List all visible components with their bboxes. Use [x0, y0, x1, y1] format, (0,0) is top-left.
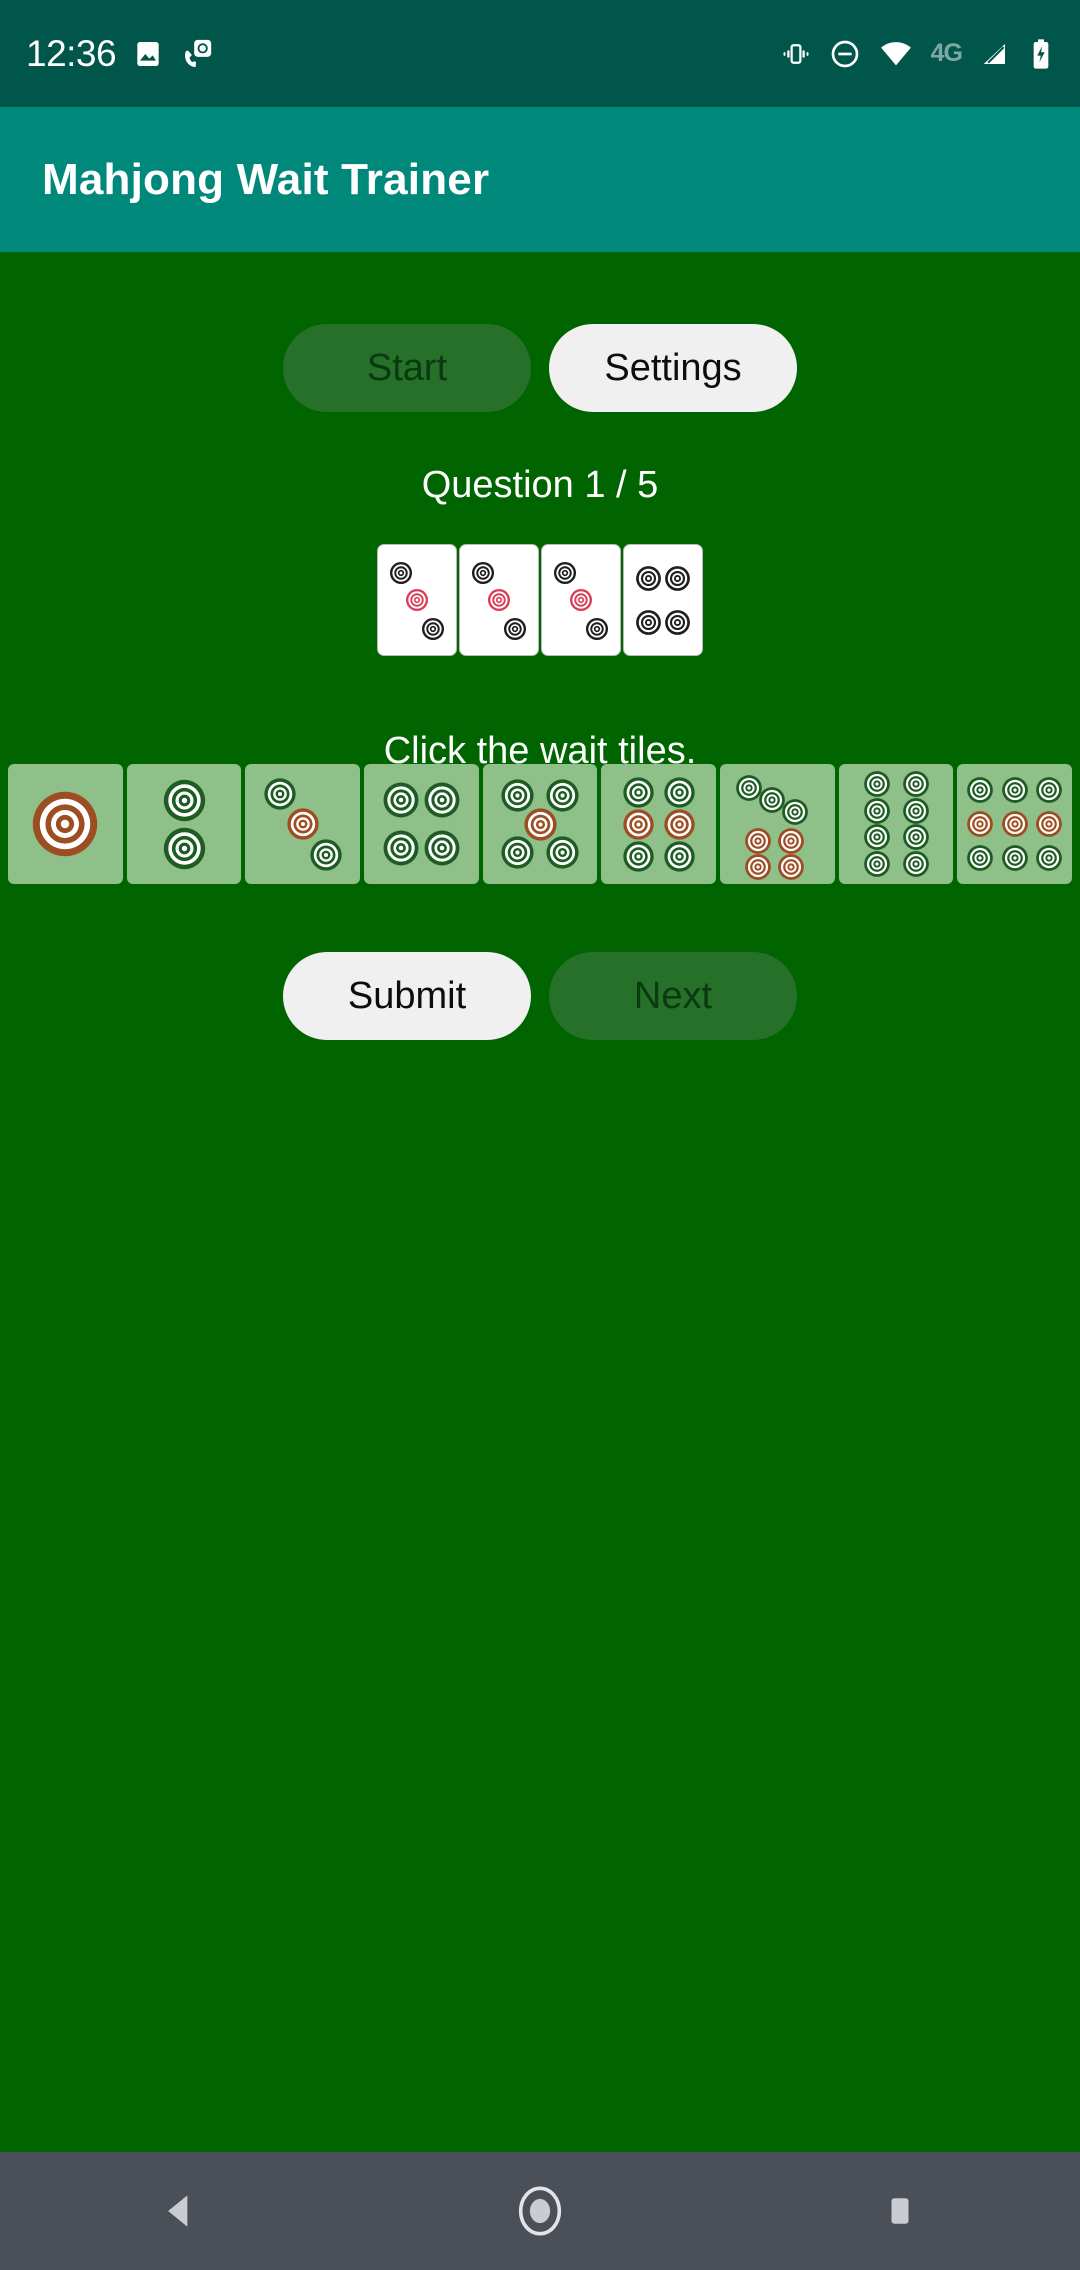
dot-glyph: [421, 617, 445, 641]
dot-glyph: [471, 561, 495, 585]
dot-glyph: [569, 588, 593, 612]
choice-tile-9-dots[interactable]: [957, 764, 1073, 884]
dot-glyph: [863, 797, 891, 825]
app-title: Mahjong Wait Trainer: [42, 154, 490, 204]
dot-glyph: [263, 777, 297, 811]
image-icon: [132, 38, 164, 70]
hand-tile-row: [0, 544, 1080, 656]
choice-tile-7-dots[interactable]: [720, 764, 835, 884]
dot-glyph: [663, 776, 696, 809]
dot-glyph: [1001, 844, 1029, 872]
dot-glyph: [635, 565, 662, 592]
signal-icon: [980, 39, 1010, 69]
vibrate-icon: [781, 39, 811, 69]
3-dots-tile: [459, 544, 539, 656]
choice-tile-1-dot[interactable]: [8, 764, 123, 884]
dot-glyph: [744, 853, 772, 881]
dot-glyph: [966, 776, 994, 804]
dot-glyph: [487, 588, 511, 612]
dot-glyph: [744, 827, 772, 855]
dot-glyph: [966, 810, 994, 838]
dot-glyph: [863, 823, 891, 851]
choice-tile-4-dots[interactable]: [364, 764, 479, 884]
dot-glyph: [622, 840, 655, 873]
dot-glyph: [663, 808, 696, 841]
dot-glyph: [162, 778, 207, 823]
choice-tile-5-dots[interactable]: [482, 764, 598, 884]
question-counter: Question 1 / 5: [421, 464, 659, 506]
dot-glyph: [966, 844, 994, 872]
action-button-row: Submit Next: [0, 952, 1080, 1040]
dot-glyph: [902, 797, 930, 825]
settings-button[interactable]: Settings: [549, 324, 797, 412]
start-button[interactable]: Start: [283, 324, 531, 412]
dot-glyph: [405, 588, 429, 612]
dot-glyph: [863, 850, 891, 878]
4-dots-tile: [623, 544, 703, 656]
dot-glyph: [286, 807, 320, 841]
status-bar: 12:36 4G: [0, 0, 1080, 107]
dot-glyph: [1035, 776, 1063, 804]
dot-glyph: [635, 609, 662, 636]
dot-glyph: [622, 808, 655, 841]
dot-glyph: [309, 838, 343, 872]
dot-glyph: [1035, 810, 1063, 838]
dot-glyph: [781, 798, 809, 826]
do-not-disturb-icon: [829, 38, 861, 70]
dot-glyph: [1035, 844, 1063, 872]
recents-icon[interactable]: [800, 2152, 1000, 2270]
choice-tile-3-dots[interactable]: [245, 764, 361, 884]
top-button-row: Start Settings: [0, 252, 1080, 412]
dot-glyph: [423, 781, 461, 819]
dot-glyph: [863, 770, 891, 798]
3-dots-tile: [541, 544, 621, 656]
dot-glyph: [622, 776, 655, 809]
system-navigation-bar: [0, 2152, 1080, 2270]
choice-tile-2-dots[interactable]: [126, 764, 242, 884]
dot-glyph: [1001, 810, 1029, 838]
dot-glyph: [389, 561, 413, 585]
next-button[interactable]: Next: [549, 952, 797, 1040]
home-icon[interactable]: [440, 2152, 640, 2270]
dot-glyph: [545, 835, 580, 870]
network-type-label: 4G: [930, 39, 963, 67]
dot-glyph: [777, 827, 805, 855]
status-clock: 12:36: [26, 32, 117, 74]
dot-glyph: [30, 789, 100, 859]
choice-tile-8-dots[interactable]: [838, 764, 954, 884]
back-icon[interactable]: [80, 2152, 280, 2270]
dot-glyph: [902, 823, 930, 851]
dot-glyph: [500, 835, 535, 870]
dot-glyph: [902, 850, 930, 878]
screenshot-call-icon: [180, 37, 214, 71]
main-content: Start Settings Question 1 / 5 Click the …: [0, 252, 1080, 2152]
dot-glyph: [585, 617, 609, 641]
submit-button[interactable]: Submit: [283, 952, 531, 1040]
dot-glyph: [664, 565, 691, 592]
choice-tile-6-dots[interactable]: [601, 764, 717, 884]
dot-glyph: [382, 781, 420, 819]
dot-glyph: [664, 609, 691, 636]
dot-glyph: [902, 770, 930, 798]
battery-charging-icon: [1028, 38, 1054, 70]
dot-glyph: [423, 829, 461, 867]
status-bar-right: 4G: [781, 37, 1054, 71]
dot-glyph: [777, 853, 805, 881]
dot-glyph: [382, 829, 420, 867]
dot-glyph: [503, 617, 527, 641]
dot-glyph: [162, 826, 207, 871]
3-dots-tile: [377, 544, 457, 656]
app-bar: Mahjong Wait Trainer: [0, 107, 1080, 252]
dot-glyph: [1001, 776, 1029, 804]
choice-tile-row[interactable]: [8, 764, 1073, 884]
dot-glyph: [663, 840, 696, 873]
status-bar-left: 12:36: [26, 33, 214, 75]
dot-glyph: [553, 561, 577, 585]
wifi-icon: [879, 37, 913, 71]
